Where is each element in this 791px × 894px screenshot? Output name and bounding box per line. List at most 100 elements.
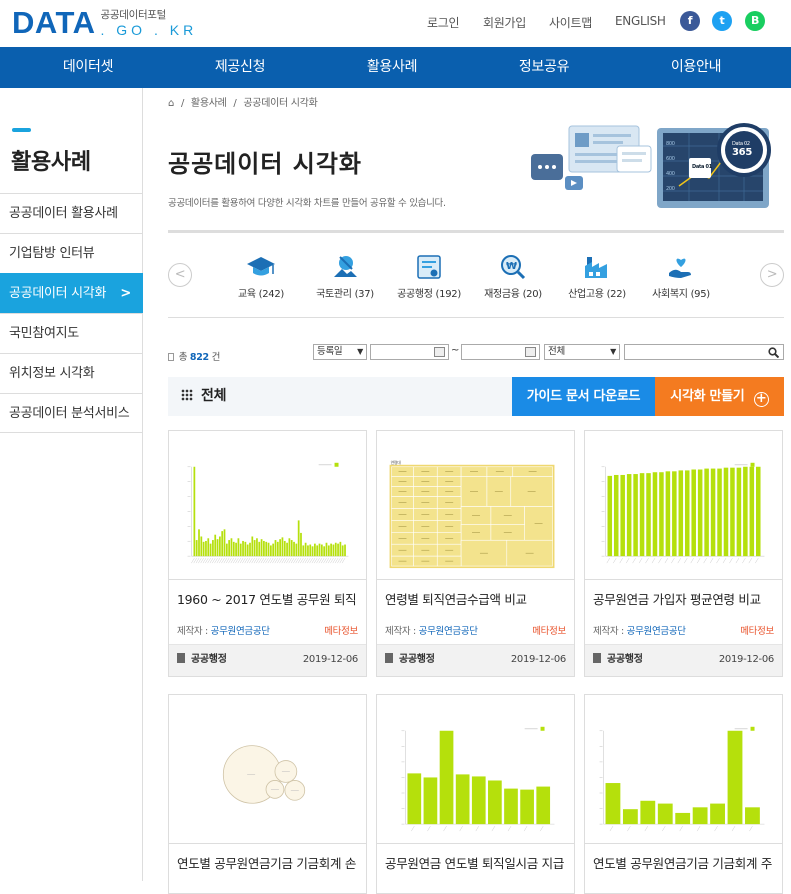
sitemap-link[interactable]: 사이트맵 [549,14,592,31]
search-icon[interactable] [768,347,779,358]
card-title[interactable]: 공무원연금 가입자 평균연령 비교 [593,589,779,608]
x-tick-label [632,558,636,564]
chart-bar [749,466,755,557]
sidebar-item-participation-map[interactable]: 국민참여지도 [0,313,143,353]
category-land[interactable]: 국토관리 (37) [304,253,386,300]
meta-info-link[interactable]: 메타정보 [324,623,358,637]
hero-badge-number: 365 [732,147,752,158]
carousel-prev-button[interactable]: < [168,263,192,287]
card-title[interactable]: 연령별 퇴직연금수급액 비교 [385,589,571,608]
type-select[interactable]: 전체 ▼ [544,344,620,360]
breadcrumb: ⌂ / 활용사례 / 공공데이터 시각화 [168,94,318,109]
card-date: 2019-12-06 [718,654,774,665]
meta-info-link[interactable]: 메타정보 [740,623,774,637]
breadcrumb-usecases[interactable]: 활용사례 [191,98,227,109]
category-label: 국토관리 (37) [316,289,374,300]
land-management-icon [334,256,357,277]
chart-bar [605,783,621,825]
divider [168,230,784,233]
guide-download-button[interactable]: 가이드 문서 다운로드 [512,377,655,416]
chart-bar [341,545,344,557]
card-footer: 공공행정 2019-12-06 [169,644,366,676]
x-tick-label [679,825,683,832]
calendar-icon[interactable] [434,347,445,357]
chart-bar [657,803,673,825]
create-visualization-button[interactable]: 시각화 만들기 + [655,377,784,416]
chart-bar [316,545,319,557]
category-finance[interactable]: ₩ 재정금융 (20) [472,253,554,300]
signup-link[interactable]: 회원가입 [483,14,526,31]
chart-bar [246,544,249,557]
chart-bar [439,730,454,825]
sidebar-item-interview[interactable]: 기업탐방 인터뷰 [0,233,143,273]
nav-info-share[interactable]: 정보공유 [484,47,604,88]
category-education[interactable]: 교육 (242) [220,253,302,300]
chart-bar [504,788,518,825]
home-icon[interactable]: ⌂ [168,98,174,109]
category-industry[interactable]: 산업고용 (22) [556,253,638,300]
facebook-icon[interactable]: f [680,11,700,31]
page-description: 공공데이터를 활용하여 다양한 시각화 차트를 만들어 공유할 수 있습니다. [168,198,446,209]
sort-select[interactable]: 등록일 ▼ [313,344,367,360]
card-title[interactable]: 연도별 공무원연금기금 기금회계 주 [593,853,779,872]
category-welfare[interactable]: 사회복지 (95) [640,253,722,300]
chart-bar [330,543,332,557]
visualization-card[interactable]: 연령대 연령별 퇴직연금수급액 비교 제작자 : 공무원연금공단 메타정보 공공… [376,430,575,677]
login-link[interactable]: 로그인 [427,14,460,31]
english-link[interactable]: ENGLISH [615,14,666,28]
end-date-input[interactable] [461,344,540,360]
visualization-card[interactable]: 공무원연금 가입자 평균연령 비교 제작자 : 공무원연금공단 메타정보 공공행… [584,430,783,677]
card-title[interactable]: 공무원연금 연도별 퇴직일시금 지급 [385,853,571,872]
chart-bar [727,730,743,825]
card-title[interactable]: 1960 ~ 2017 연도별 공무원 퇴직 [177,589,363,608]
blog-icon[interactable]: B [745,11,765,31]
card-thumbnail: 연령대 [377,431,574,580]
nav-dataset[interactable]: 데이터셋 [28,47,148,88]
card-title[interactable]: 연도별 공무원연금기금 기금회계 손 [177,853,363,872]
meta-info-link[interactable]: 메타정보 [532,623,566,637]
x-tick-label [625,558,630,564]
calendar-icon[interactable] [525,347,536,357]
chart-bar [274,540,277,557]
category-administration[interactable]: 공공행정 (192) [388,253,470,300]
chart-bar [710,468,716,557]
visualization-card[interactable]: 연도별 공무원연금기금 기금회계 주 [584,694,783,894]
x-tick-label [709,558,714,564]
x-tick-label [671,558,675,564]
visualization-card[interactable]: 연도별 공무원연금기금 기금회계 손 [168,694,367,894]
search-input[interactable] [624,344,784,360]
category-label: 공공행정 (192) [397,289,461,300]
hero-illustration: 800 600 400 200 Data 01 Data 02 365 [531,123,771,208]
x-tick-label [714,825,718,832]
sidebar-item-usecases[interactable]: 공공데이터 활용사례 [0,193,143,233]
chart-bar [304,542,307,557]
chart-bar [672,471,677,557]
chart-bar [344,544,346,557]
start-date-input[interactable] [370,344,449,360]
site-logo[interactable]: DATA 공공데이터포털 . GO . KR [12,6,197,40]
category-label: 재정금융 (20) [484,289,542,300]
nav-usecases[interactable]: 활용사례 [332,47,452,88]
sidebar-item-analysis[interactable]: 공공데이터 분석서비스 [0,393,143,433]
chart-bar [267,542,270,557]
twitter-icon[interactable]: t [712,11,732,31]
hero-axis-200: 200 [666,186,675,192]
visualization-card[interactable]: 공무원연금 연도별 퇴직일시금 지급 [376,694,575,894]
sidebar-item-visualization[interactable]: 공공데이터 시각화 > [0,273,143,313]
carousel-next-button[interactable]: > [760,263,784,287]
legend-swatch [750,726,755,731]
certificate-icon [417,255,441,279]
chart-bar [209,543,212,557]
nav-guide[interactable]: 이용안내 [636,47,756,88]
hero-axis-600: 600 [666,156,675,162]
chart-bar [675,812,691,825]
nav-request[interactable]: 제공신청 [180,47,300,88]
x-tick-label [748,558,753,564]
sidebar-item-location[interactable]: 위치정보 시각화 [0,353,143,393]
svg-text:₩: ₩ [506,261,517,272]
x-tick-label [507,825,512,832]
breadcrumb-separator: / [180,98,185,109]
category-label: 사회복지 (95) [652,289,710,300]
x-tick-label [627,825,631,832]
visualization-card[interactable]: 1960 ~ 2017 연도별 공무원 퇴직 제작자 : 공무원연금공단 메타정… [168,430,367,677]
